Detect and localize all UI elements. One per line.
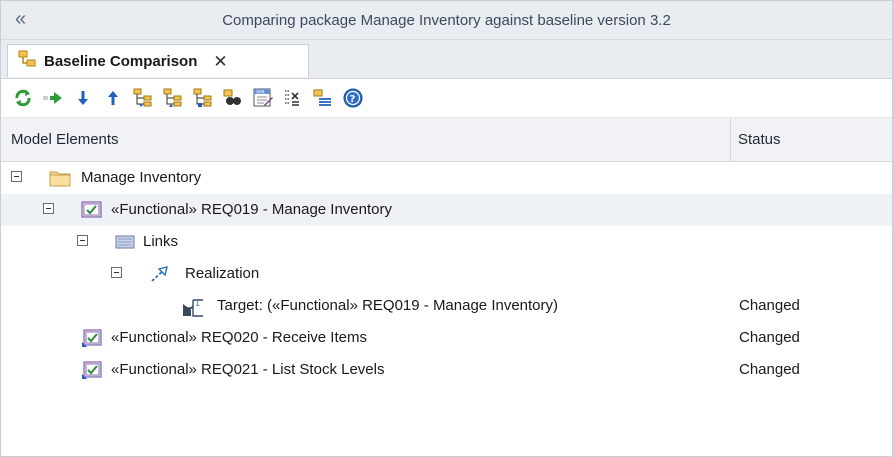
target-icon: 1	[181, 296, 203, 317]
requirement-changed-icon	[81, 360, 102, 380]
title-bar: « Comparing package Manage Inventory aga…	[1, 1, 892, 40]
folder-icon	[49, 168, 71, 188]
tree-row-manage-inventory-package[interactable]: Manage Inventory	[1, 162, 892, 194]
window-title: Comparing package Manage Inventory again…	[222, 11, 671, 29]
filter-options-icon[interactable]	[281, 86, 305, 110]
column-header-model-elements[interactable]: Model Elements	[1, 118, 731, 161]
column-header-status[interactable]: Status	[730, 118, 888, 161]
expand-all-icon[interactable]	[131, 86, 155, 110]
tree-row-label: Realization	[185, 265, 260, 282]
refresh-icon[interactable]	[11, 86, 35, 110]
tree-row-req020[interactable]: «Functional» REQ020 - Receive Items Chan…	[1, 322, 892, 354]
tab-baseline-comparison[interactable]: Baseline Comparison ✕	[7, 44, 309, 77]
find-icon[interactable]	[221, 86, 245, 110]
tree-row-req021[interactable]: «Functional» REQ021 - List Stock Levels …	[1, 354, 892, 386]
tree-row-status: Changed	[739, 329, 800, 346]
comparison-tree: Manage Inventory «Functional» REQ019 - M…	[1, 162, 892, 386]
requirement-icon	[81, 200, 102, 220]
package-compare-icon	[18, 50, 36, 72]
merge-icon[interactable]	[41, 86, 65, 110]
collapse-toggle[interactable]	[43, 203, 54, 214]
previous-change-icon[interactable]	[101, 86, 125, 110]
tree-row-realization[interactable]: Realization	[1, 258, 892, 290]
tree-row-label: «Functional» REQ019 - Manage Inventory	[111, 201, 392, 218]
next-change-icon[interactable]	[71, 86, 95, 110]
toolbar: XML ?	[1, 79, 892, 118]
tab-label: Baseline Comparison	[44, 52, 198, 70]
show-differences-icon[interactable]	[191, 86, 215, 110]
help-icon[interactable]: ?	[341, 86, 365, 110]
tree-row-status: Changed	[739, 361, 800, 378]
xml-report-icon[interactable]: XML	[251, 86, 275, 110]
collapse-toggle[interactable]	[11, 171, 22, 182]
tree-row-links[interactable]: Links	[1, 226, 892, 258]
close-icon[interactable]: ✕	[213, 53, 227, 70]
tree-row-label: Target: («Functional» REQ019 - Manage In…	[217, 297, 559, 314]
baseline-comparison-window: « Comparing package Manage Inventory aga…	[0, 0, 893, 457]
requirement-changed-icon	[81, 328, 102, 348]
links-icon	[115, 232, 135, 252]
tree-row-label: «Functional» REQ021 - List Stock Levels	[111, 361, 385, 378]
collapse-all-icon[interactable]	[161, 86, 185, 110]
collapse-toggle[interactable]	[77, 235, 88, 246]
svg-text:XML: XML	[256, 90, 266, 96]
svg-text:1: 1	[195, 299, 200, 308]
tab-strip: Baseline Comparison ✕	[1, 40, 892, 79]
realization-icon	[149, 264, 169, 284]
tree-row-label: Manage Inventory	[81, 169, 202, 186]
tree-row-status: Changed	[739, 297, 800, 314]
svg-text:?: ?	[350, 94, 356, 105]
tree-row-req019[interactable]: «Functional» REQ019 - Manage Inventory	[1, 194, 892, 226]
grid-header: Model Elements Status	[1, 118, 892, 162]
tree-row-label: «Functional» REQ020 - Receive Items	[111, 329, 367, 346]
tree-row-label: Links	[143, 233, 179, 250]
tree-row-target[interactable]: 1 Target: («Functional» REQ019 - Manage …	[1, 290, 892, 322]
log-icon[interactable]	[311, 86, 335, 110]
collapse-toggle[interactable]	[111, 267, 122, 278]
